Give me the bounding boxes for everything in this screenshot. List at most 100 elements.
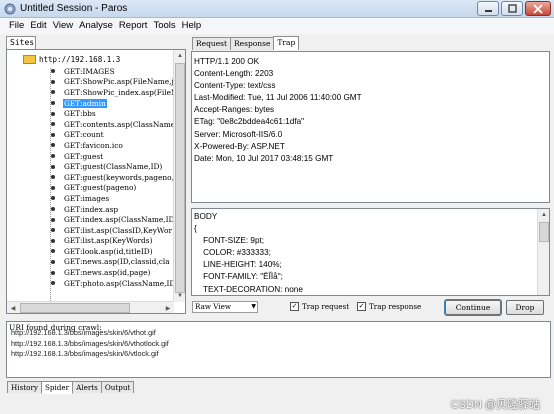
menu-analyse[interactable]: Analyse xyxy=(76,18,116,34)
tree-item-label: GET:favicon.ico xyxy=(64,140,123,150)
menu-file[interactable]: File xyxy=(6,18,27,34)
tree-hscroll-thumb[interactable] xyxy=(20,303,130,313)
node-bullet-icon xyxy=(51,164,55,169)
view-mode-value: Raw View xyxy=(195,302,232,311)
tab-output[interactable]: Output xyxy=(100,381,135,393)
node-bullet-icon xyxy=(51,101,55,106)
tab-sites[interactable]: Sites xyxy=(6,36,36,49)
response-header-pane[interactable]: HTTP/1.1 200 OK Content-Length: 2203 Conte… xyxy=(191,51,550,203)
node-bullet-icon xyxy=(51,79,55,84)
tree-item-label: GET:guest(pageno) xyxy=(64,183,137,193)
close-icon xyxy=(533,3,543,14)
menu-report[interactable]: Report xyxy=(116,18,151,34)
body-line: TEXT-DECORATION: none xyxy=(194,284,303,294)
scroll-left-icon[interactable]: ◀ xyxy=(7,302,19,313)
tree-item[interactable]: GET:index.asp(ClassName,ID) xyxy=(48,214,180,225)
header-line: Content-Type: text/css xyxy=(194,81,276,91)
output-line: http://192.168.1.3/bbs/images/skin/6/vtl… xyxy=(11,349,159,358)
tree-item-label: GET:images xyxy=(64,193,110,203)
tree-item[interactable]: GET:guest xyxy=(48,151,180,162)
tree-item[interactable]: GET:guest(pageno) xyxy=(48,183,180,194)
output-line: http://192.168.1.3/bbs/images/skin/6/vth… xyxy=(11,338,169,348)
tree-item[interactable]: GET:admin xyxy=(48,98,180,109)
folder-icon xyxy=(23,55,36,64)
node-bullet-icon xyxy=(51,143,55,148)
response-body-pane[interactable]: BODY { FONT-SIZE: 9pt; COLOR: #333333; LI… xyxy=(191,208,550,296)
body-vscroll-thumb[interactable] xyxy=(539,222,549,242)
tree-item-label: GET:bbs xyxy=(64,109,96,119)
menu-edit[interactable]: Edit xyxy=(27,18,49,34)
node-bullet-icon xyxy=(51,238,55,243)
trap-request-label: Trap request xyxy=(302,302,350,311)
node-bullet-icon xyxy=(51,154,55,159)
tree-item[interactable]: GET:news.asp(id,page) xyxy=(48,267,180,278)
node-bullet-icon xyxy=(51,132,55,137)
tab-alerts[interactable]: Alerts xyxy=(72,381,102,393)
scroll-up-icon[interactable]: ▲ xyxy=(538,209,549,221)
tree-item[interactable]: GET:ShowPic_index.asp(FileN xyxy=(48,87,180,98)
checkbox-check-icon: ✓ xyxy=(290,302,299,311)
body-line: BODY xyxy=(194,212,218,221)
scroll-down-icon[interactable]: ▼ xyxy=(174,290,185,302)
tree-vscroll-thumb[interactable] xyxy=(175,63,185,293)
tree-item-label: GET:ShowPic.asp(FileName,jp xyxy=(64,77,179,87)
tree-item-label: GET:guest xyxy=(64,151,104,161)
node-bullet-icon xyxy=(51,249,55,254)
tree-item[interactable]: GET:index.asp xyxy=(48,204,180,215)
tab-response[interactable]: Response xyxy=(230,37,275,50)
minimize-button[interactable] xyxy=(477,1,499,16)
menu-view[interactable]: View xyxy=(50,18,76,34)
trap-response-label: Trap response xyxy=(369,302,422,311)
tree-item[interactable]: GET:list.asp(KeyWords) xyxy=(48,236,180,247)
maximize-button[interactable] xyxy=(501,1,523,16)
tree-item[interactable]: GET:ShowPic.asp(FileName,jp xyxy=(48,77,180,88)
tab-request[interactable]: Request xyxy=(192,37,232,50)
tree-item[interactable]: GET:list.asp(ClassID,KeyWor xyxy=(48,225,180,236)
drop-button[interactable]: Drop xyxy=(506,300,544,315)
menu-help[interactable]: Help xyxy=(179,18,205,34)
tree-item[interactable]: GET:contents.asp(ClassName, xyxy=(48,119,180,130)
menu-tools[interactable]: Tools xyxy=(150,18,178,34)
tree-item[interactable]: GET:count xyxy=(48,130,180,141)
tree-item[interactable]: GET:news.asp(ID,classid,cla xyxy=(48,257,180,268)
close-button[interactable] xyxy=(525,1,551,16)
tab-trap[interactable]: Trap xyxy=(273,36,300,50)
tree-item[interactable]: GET:IMAGES xyxy=(48,66,180,77)
tree-horizontal-scrollbar[interactable]: ◀ ▶ xyxy=(7,301,174,313)
node-bullet-icon xyxy=(51,281,55,286)
trap-request-checkbox[interactable]: ✓ Trap request xyxy=(290,302,349,311)
tree-item[interactable]: GET:photo.asp(ClassName,ID) xyxy=(48,278,180,289)
tree-item[interactable]: GET:images xyxy=(48,193,180,204)
bottom-tabs: History Spider Alerts Output xyxy=(7,381,135,394)
tree-item[interactable]: GET:guest(ClassName,ID) xyxy=(48,161,180,172)
header-line: Server: Microsoft-IIS/6.0 xyxy=(194,129,283,139)
message-tabs: Request Response Trap xyxy=(192,36,300,50)
tree-item-label: GET:IMAGES xyxy=(64,66,115,76)
scroll-right-icon[interactable]: ▶ xyxy=(162,302,174,313)
trap-response-checkbox[interactable]: ✓ Trap response xyxy=(357,302,421,311)
body-line: LINE-HEIGHT: 140%; xyxy=(194,260,282,270)
spider-output-pane[interactable]: URI found during crawl: http://192.168.1… xyxy=(6,321,551,378)
tree-root[interactable]: http://192.168.1.3 xyxy=(23,55,120,64)
maximize-icon xyxy=(507,4,517,13)
continue-button[interactable]: Continue xyxy=(444,299,502,316)
node-bullet-icon xyxy=(51,175,55,180)
tree-item-label: GET:count xyxy=(64,130,104,140)
tree-vertical-scrollbar[interactable]: ▲ ▼ xyxy=(173,50,185,302)
tree-item[interactable]: GET:look.asp(id,titleID) xyxy=(48,246,180,257)
tab-spider[interactable]: Spider xyxy=(40,381,74,394)
tree-item[interactable]: GET:bbs xyxy=(48,108,180,119)
body-vertical-scrollbar[interactable]: ▲ xyxy=(537,209,549,295)
tree-item[interactable]: GET:favicon.ico xyxy=(48,140,180,151)
view-mode-select[interactable]: Raw View ▼ xyxy=(192,301,258,313)
header-line: Content-Length: 2203 xyxy=(194,69,274,79)
scroll-up-icon[interactable]: ▲ xyxy=(174,50,185,62)
tree-item-label: GET:look.asp(id,titleID) xyxy=(64,246,153,256)
tree-item[interactable]: GET:guest(keywords,pageno,s xyxy=(48,172,180,183)
tab-history[interactable]: History xyxy=(7,381,42,393)
tree-item-label: GET:index.asp xyxy=(64,204,119,214)
node-bullet-icon xyxy=(51,270,55,275)
header-line: Accept-Ranges: bytes xyxy=(194,105,275,115)
tree-item-label: GET:guest(ClassName,ID) xyxy=(64,162,163,172)
output-line: http://192.168.1.3/bbs/images/skin/6/vth… xyxy=(11,328,156,337)
